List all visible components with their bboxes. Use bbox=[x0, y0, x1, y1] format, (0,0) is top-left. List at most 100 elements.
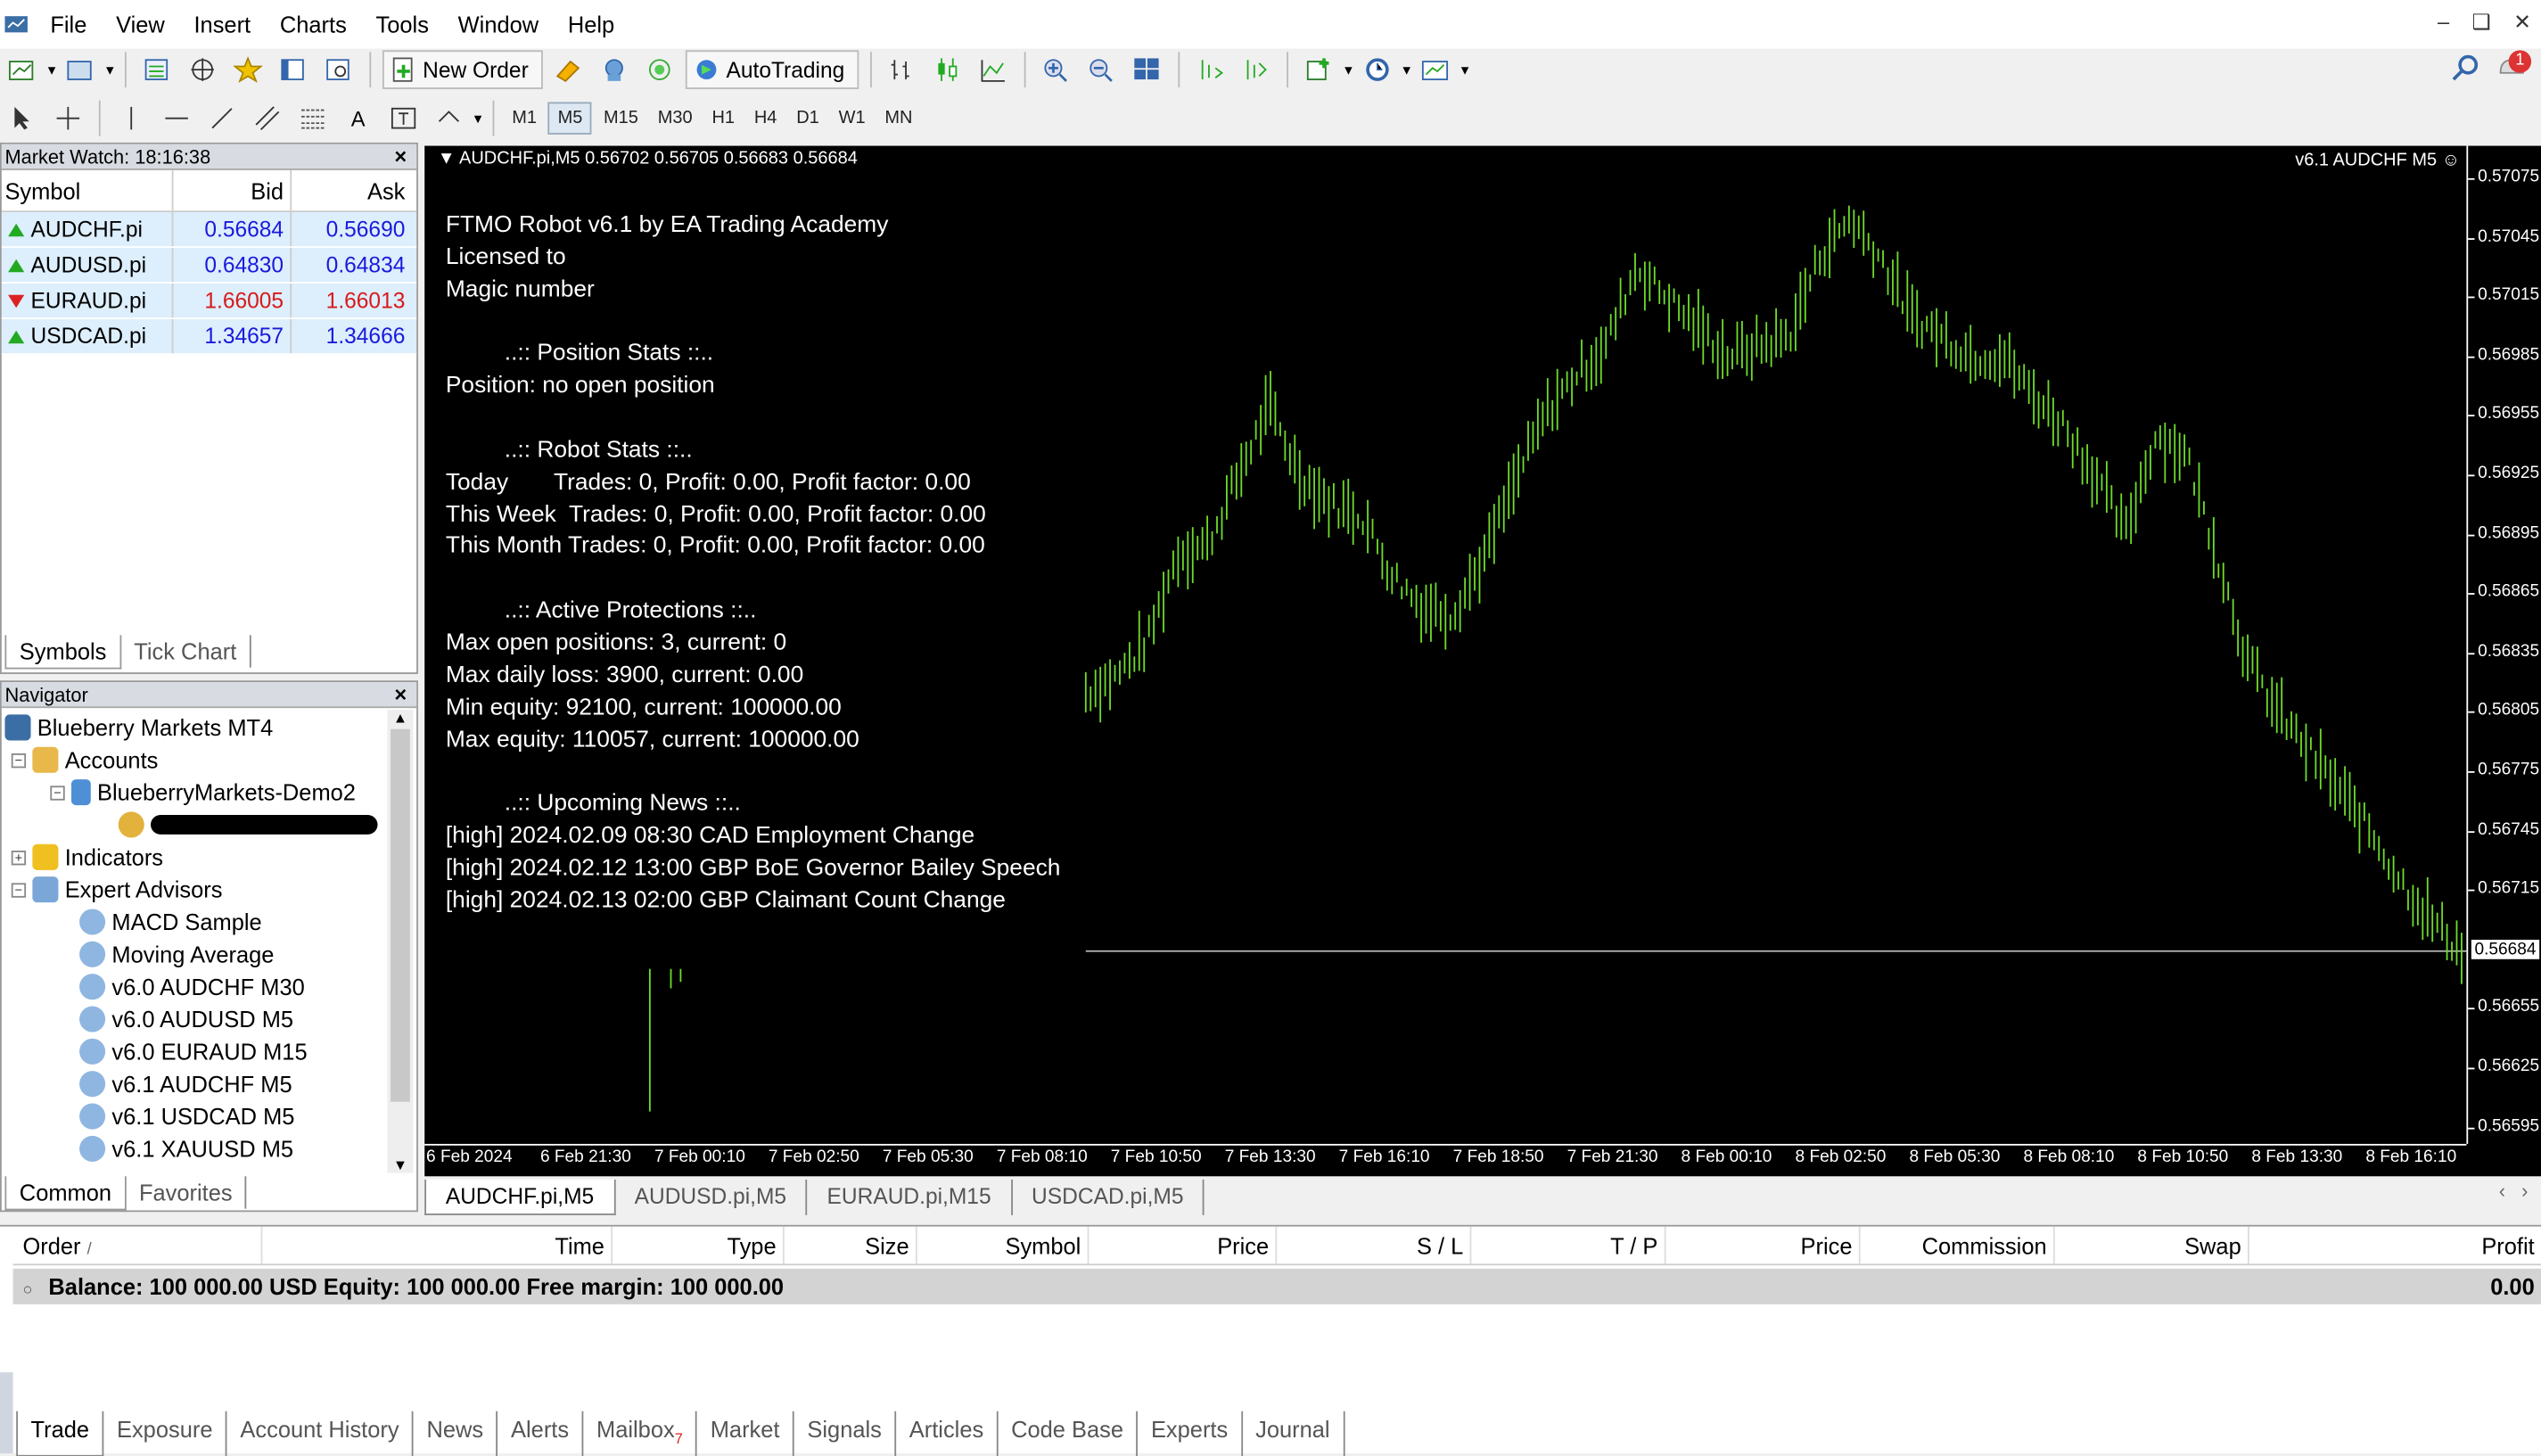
market-watch-row[interactable]: EURAUD.pi 1.66005 1.66013 bbox=[1, 284, 417, 319]
tab-symbols[interactable]: Symbols bbox=[4, 634, 121, 669]
ea-item[interactable]: Moving Average bbox=[79, 938, 274, 970]
menu-file[interactable]: File bbox=[36, 0, 102, 49]
zoom-in-icon[interactable] bbox=[1038, 50, 1077, 89]
navigator-scrollbar[interactable]: ▲ ▼ bbox=[387, 709, 414, 1173]
chevron-down-icon[interactable]: ▼ bbox=[103, 62, 116, 77]
tab-journal[interactable]: Journal bbox=[1243, 1411, 1345, 1456]
profiles-icon[interactable] bbox=[62, 50, 101, 89]
zoom-out-icon[interactable] bbox=[1082, 50, 1122, 89]
navigator-icon[interactable] bbox=[228, 50, 267, 89]
chevron-down-icon[interactable]: ▼ bbox=[1401, 62, 1413, 77]
col-price[interactable]: Price bbox=[1089, 1226, 1278, 1264]
col-commission[interactable]: Commission bbox=[1861, 1226, 2055, 1264]
tree-indicators[interactable]: + Indicators bbox=[11, 841, 163, 873]
menu-help[interactable]: Help bbox=[554, 0, 629, 49]
col-profit[interactable]: Profit bbox=[2249, 1227, 2541, 1264]
indicators-icon[interactable] bbox=[1300, 50, 1339, 89]
column-header-bid[interactable]: Bid bbox=[173, 169, 292, 211]
timeframe-mn[interactable]: MN bbox=[876, 103, 920, 133]
chart-tab-audchf[interactable]: AUDCHF.pi,M5 bbox=[424, 1179, 615, 1215]
candlestick-icon[interactable] bbox=[929, 50, 968, 89]
tree-accounts[interactable]: − Accounts bbox=[11, 744, 158, 776]
chart-shift-icon[interactable] bbox=[1191, 50, 1230, 89]
vertical-line-icon[interactable] bbox=[111, 99, 151, 138]
menu-insert[interactable]: Insert bbox=[179, 0, 265, 49]
minimize-icon[interactable]: – bbox=[2438, 10, 2449, 36]
ea-item[interactable]: v6.0 AUDUSD M5 bbox=[79, 1003, 293, 1035]
scrollbar-thumb[interactable] bbox=[391, 728, 410, 1102]
column-header-symbol[interactable]: Symbol bbox=[2, 169, 174, 211]
timeframe-m1[interactable]: M1 bbox=[504, 103, 545, 133]
market-watch-icon[interactable] bbox=[137, 50, 177, 89]
equidistant-channel-icon[interactable] bbox=[248, 99, 287, 138]
tab-articles[interactable]: Articles bbox=[896, 1411, 999, 1456]
tab-scroll-arrows-icon[interactable]: ‹ › bbox=[2486, 1180, 2541, 1215]
tab-experts[interactable]: Experts bbox=[1138, 1411, 1243, 1456]
line-chart-icon[interactable] bbox=[974, 50, 1014, 89]
chart-window[interactable]: ▼ AUDCHF.pi,M5 0.56702 0.56705 0.56683 0… bbox=[424, 145, 2541, 1177]
fibonacci-icon[interactable] bbox=[293, 99, 333, 138]
chart-tab-usdcad[interactable]: USDCAD.pi,M5 bbox=[1012, 1179, 1205, 1215]
chevron-down-icon[interactable]: ▼ bbox=[472, 111, 484, 125]
col-type[interactable]: Type bbox=[613, 1226, 785, 1264]
expand-icon[interactable]: + bbox=[11, 850, 27, 865]
col-close-price[interactable]: Price bbox=[1665, 1226, 1861, 1264]
tree-root[interactable]: Blueberry Markets MT4 bbox=[4, 712, 273, 744]
templates-icon[interactable] bbox=[1417, 50, 1456, 89]
market-watch-row[interactable]: AUDCHF.pi 0.56684 0.56690 bbox=[1, 212, 417, 249]
col-symbol[interactable]: Symbol bbox=[917, 1226, 1090, 1264]
collapse-icon[interactable]: − bbox=[50, 785, 65, 800]
timeframe-m5[interactable]: M5 bbox=[547, 102, 593, 135]
scroll-up-icon[interactable]: ▲ bbox=[387, 710, 413, 726]
tab-market[interactable]: Market bbox=[697, 1411, 794, 1456]
menu-window[interactable]: Window bbox=[443, 0, 553, 49]
ea-item[interactable]: v6.1 AUDCHF M5 bbox=[79, 1068, 292, 1100]
chart-tab-euraud[interactable]: EURAUD.pi,M15 bbox=[808, 1179, 1013, 1215]
bar-chart-icon[interactable] bbox=[884, 50, 923, 89]
ea-item[interactable]: v6.1 XAUUSD M5 bbox=[79, 1132, 293, 1164]
trendline-icon[interactable] bbox=[202, 99, 242, 138]
data-window-icon[interactable] bbox=[183, 50, 222, 89]
tab-code-base[interactable]: Code Base bbox=[999, 1411, 1139, 1456]
timeframe-h1[interactable]: H1 bbox=[703, 103, 743, 133]
strategy-tester-icon[interactable] bbox=[319, 50, 358, 89]
chart-tab-audusd[interactable]: AUDUSD.pi,M5 bbox=[615, 1179, 808, 1215]
timeframe-m30[interactable]: M30 bbox=[650, 103, 701, 133]
ea-item[interactable]: v6.0 AUDCHF M30 bbox=[79, 971, 305, 1003]
close-icon[interactable]: × bbox=[394, 144, 407, 170]
chevron-down-icon[interactable]: ▼ bbox=[45, 62, 58, 77]
market-watch-row[interactable]: USDCAD.pi 1.34657 1.34666 bbox=[1, 318, 417, 355]
menu-view[interactable]: View bbox=[102, 0, 179, 49]
timeframe-h4[interactable]: H4 bbox=[746, 103, 785, 133]
ea-item[interactable]: v6.0 EURAUD M15 bbox=[79, 1035, 308, 1067]
community-icon[interactable] bbox=[595, 50, 634, 89]
chevron-down-icon[interactable]: ▼ bbox=[1459, 62, 1471, 77]
ea-item[interactable]: MACD Sample bbox=[79, 906, 262, 938]
horizontal-line-icon[interactable] bbox=[157, 99, 196, 138]
col-size[interactable]: Size bbox=[785, 1226, 917, 1264]
collapse-icon[interactable]: − bbox=[11, 882, 27, 897]
signals-icon[interactable] bbox=[640, 50, 679, 89]
text-icon[interactable]: A bbox=[339, 99, 378, 138]
tab-trade[interactable]: Trade bbox=[16, 1411, 104, 1456]
tab-alerts[interactable]: Alerts bbox=[498, 1411, 584, 1456]
scroll-down-icon[interactable]: ▼ bbox=[387, 1156, 413, 1172]
column-header-ask[interactable]: Ask bbox=[292, 170, 412, 210]
tab-news[interactable]: News bbox=[414, 1411, 498, 1456]
restore-icon[interactable]: ❑ bbox=[2472, 10, 2491, 36]
search-icon[interactable] bbox=[2450, 53, 2479, 87]
tree-expert-advisors[interactable]: − Expert Advisors bbox=[11, 873, 222, 905]
new-chart-icon[interactable] bbox=[4, 50, 43, 89]
terminal-icon[interactable] bbox=[274, 50, 313, 89]
metaeditor-icon[interactable] bbox=[549, 50, 588, 89]
tab-exposure[interactable]: Exposure bbox=[103, 1411, 227, 1456]
autotrading-button[interactable]: AutoTrading bbox=[686, 50, 859, 89]
market-watch-row[interactable]: AUDUSD.pi 0.64830 0.64834 bbox=[1, 248, 417, 284]
close-icon[interactable]: ✕ bbox=[2513, 10, 2531, 36]
tab-common[interactable]: Common bbox=[4, 1175, 127, 1210]
periods-icon[interactable] bbox=[1358, 50, 1397, 89]
tab-account-history[interactable]: Account History bbox=[227, 1411, 414, 1456]
ea-item[interactable]: v6.1 USDCAD M5 bbox=[79, 1100, 294, 1132]
notifications-icon[interactable]: 1 bbox=[2496, 50, 2532, 86]
col-order[interactable]: Order / bbox=[13, 1226, 263, 1264]
